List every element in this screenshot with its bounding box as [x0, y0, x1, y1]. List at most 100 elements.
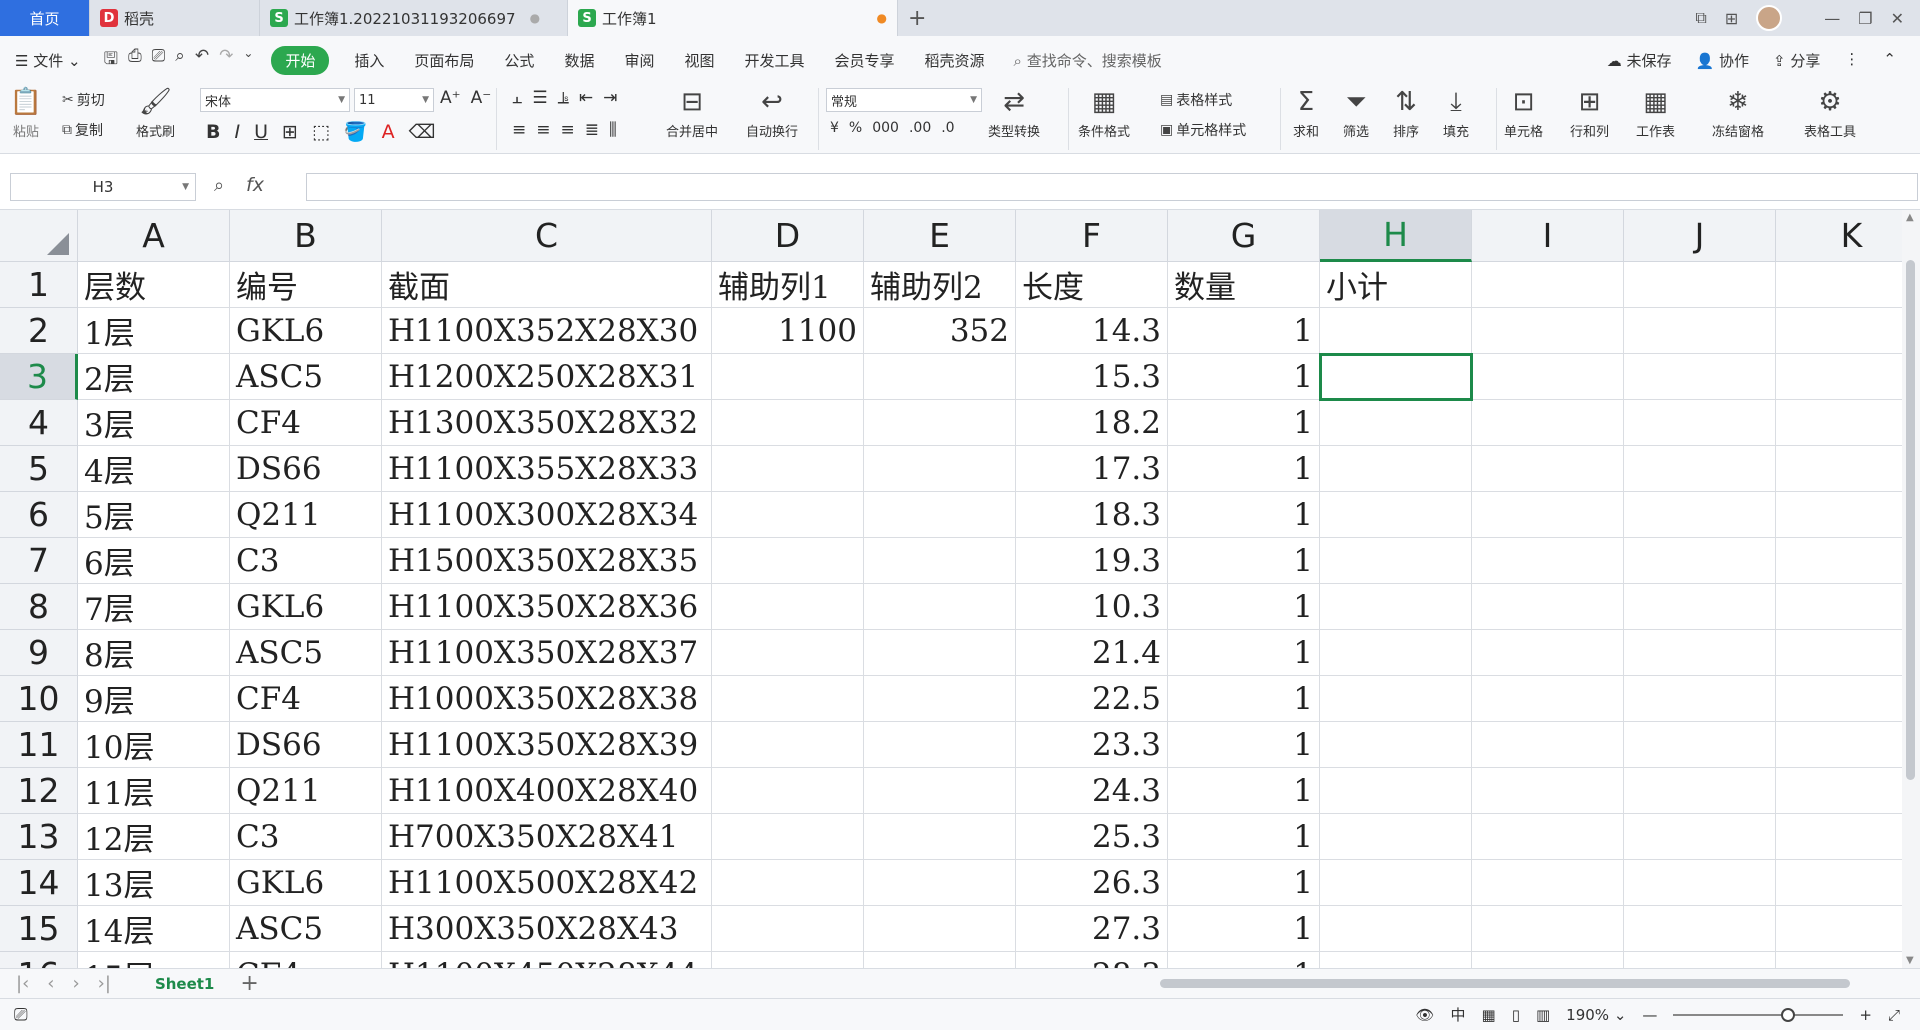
border-icon[interactable]: ⊞ — [282, 121, 298, 143]
thousands-icon[interactable]: 000 — [872, 120, 899, 136]
cell-a5[interactable]: 4层 — [78, 446, 230, 492]
cell-h14[interactable] — [1320, 860, 1472, 906]
normal-view-icon[interactable]: ▦ — [1482, 1006, 1496, 1024]
collab-button[interactable]: 👤 协作 — [1696, 50, 1749, 71]
cell-e7[interactable] — [864, 538, 1016, 584]
cell-j15[interactable] — [1624, 906, 1776, 952]
more-icon[interactable]: ⋮ — [1844, 50, 1859, 71]
row-header-10[interactable]: 10 — [0, 676, 78, 722]
cell-e5[interactable] — [864, 446, 1016, 492]
cell-k2[interactable] — [1776, 308, 1920, 354]
cell-b10[interactable]: CF4 — [230, 676, 382, 722]
cell-a11[interactable]: 10层 — [78, 722, 230, 768]
layout-switch-icon[interactable]: ⧉ — [1695, 8, 1706, 28]
new-tab-button[interactable]: + — [898, 0, 936, 36]
cell-k15[interactable] — [1776, 906, 1920, 952]
formula-input[interactable] — [306, 173, 1918, 201]
cell-i5[interactable] — [1472, 446, 1624, 492]
cell-g16[interactable]: 1 — [1168, 952, 1320, 968]
cell-k7[interactable] — [1776, 538, 1920, 584]
cell-c6[interactable]: H1100X300X28X34 — [382, 492, 712, 538]
export-pdf-icon[interactable]: ⎙ — [128, 46, 142, 75]
decrease-font-icon[interactable]: A⁻ — [471, 88, 492, 108]
cell-i16[interactable] — [1472, 952, 1624, 968]
row-col-button[interactable]: ⊞ 行和列 — [1570, 86, 1609, 140]
increase-font-icon[interactable]: A⁺ — [440, 88, 461, 108]
column-header-k[interactable]: K — [1776, 210, 1920, 262]
align-left-icon[interactable]: ≡ — [512, 120, 526, 140]
cell-f5[interactable]: 17.3 — [1016, 446, 1168, 492]
column-header-j[interactable]: J — [1624, 210, 1776, 262]
cell-h13[interactable] — [1320, 814, 1472, 860]
command-search[interactable]: ⌕ 查找命令、搜索模板 — [1014, 50, 1162, 71]
cell-a14[interactable]: 13层 — [78, 860, 230, 906]
cell-c13[interactable]: H700X350X28X41 — [382, 814, 712, 860]
cell-k3[interactable] — [1776, 354, 1920, 400]
cell-b6[interactable]: Q211 — [230, 492, 382, 538]
cell-a15[interactable]: 14层 — [78, 906, 230, 952]
avatar[interactable] — [1756, 5, 1783, 31]
cell-c8[interactable]: H1100X350X28X36 — [382, 584, 712, 630]
cell-f11[interactable]: 23.3 — [1016, 722, 1168, 768]
horizontal-scroll-thumb[interactable] — [1160, 979, 1850, 988]
save-icon[interactable]: 🖫 — [104, 46, 118, 75]
cell-k14[interactable] — [1776, 860, 1920, 906]
cell-d1[interactable]: 辅助列1 — [712, 262, 864, 308]
row-header-1[interactable]: 1 — [0, 262, 78, 308]
cell-k1[interactable] — [1776, 262, 1920, 308]
cell-h1[interactable]: 小计 — [1320, 262, 1472, 308]
cell-h4[interactable] — [1320, 400, 1472, 446]
cell-d16[interactable] — [712, 952, 864, 968]
cell-f6[interactable]: 18.3 — [1016, 492, 1168, 538]
cell-e12[interactable] — [864, 768, 1016, 814]
cell-g10[interactable]: 1 — [1168, 676, 1320, 722]
page-layout-view-icon[interactable]: ▯ — [1512, 1006, 1520, 1024]
row-header-8[interactable]: 8 — [0, 584, 78, 630]
type-convert-button[interactable]: ⇄ 类型转换 — [988, 86, 1040, 140]
cell-f15[interactable]: 27.3 — [1016, 906, 1168, 952]
cell-h2[interactable] — [1320, 308, 1472, 354]
cell-f1[interactable]: 长度 — [1016, 262, 1168, 308]
cell-d5[interactable] — [712, 446, 864, 492]
cell-b11[interactable]: DS66 — [230, 722, 382, 768]
cell-j9[interactable] — [1624, 630, 1776, 676]
cell-g12[interactable]: 1 — [1168, 768, 1320, 814]
decrease-decimal-icon[interactable]: .0 — [941, 120, 954, 136]
cell-c2[interactable]: H1100X352X28X30 — [382, 308, 712, 354]
apps-grid-icon[interactable]: ⊞ — [1725, 9, 1738, 28]
more-dropdown-icon[interactable]: ⌄ — [243, 46, 253, 75]
vertical-scrollbar[interactable]: ▲ ▼ — [1902, 210, 1920, 968]
scroll-down-icon[interactable]: ▼ — [1906, 955, 1914, 966]
justify-icon[interactable]: ≣ — [585, 120, 599, 140]
sort-button[interactable]: ⇅ 排序 — [1390, 86, 1422, 140]
cell-b3[interactable]: ASC5 — [230, 354, 382, 400]
align-right-icon[interactable]: ≡ — [561, 120, 575, 140]
row-header-13[interactable]: 13 — [0, 814, 78, 860]
spreadsheet-grid[interactable]: A B C D E F G H I J K 1 层数 编号 截面 辅助列1 辅助列2 长度 数量 小计 2 1层 GKL6 H… — [0, 210, 1920, 968]
menu-insert[interactable]: 插入 — [339, 50, 399, 71]
prev-sheet-icon[interactable]: ‹ — [47, 973, 54, 994]
cell-g6[interactable]: 1 — [1168, 492, 1320, 538]
menu-developer[interactable]: 开发工具 — [729, 50, 819, 71]
cell-style-button[interactable]: ▣ 单元格样式 — [1160, 120, 1246, 140]
cell-b9[interactable]: ASC5 — [230, 630, 382, 676]
cell-i12[interactable] — [1472, 768, 1624, 814]
cell-e4[interactable] — [864, 400, 1016, 446]
cell-k13[interactable] — [1776, 814, 1920, 860]
cell-h8[interactable] — [1320, 584, 1472, 630]
cell-j16[interactable] — [1624, 952, 1776, 968]
cell-c10[interactable]: H1000X350X28X38 — [382, 676, 712, 722]
cell-a8[interactable]: 7层 — [78, 584, 230, 630]
cell-c3[interactable]: H1200X250X28X31 — [382, 354, 712, 400]
menu-member[interactable]: 会员专享 — [820, 50, 910, 71]
cell-button[interactable]: ⊡ 单元格 — [1504, 86, 1543, 140]
row-header-7[interactable]: 7 — [0, 538, 78, 584]
cell-d10[interactable] — [712, 676, 864, 722]
zoom-in-icon[interactable]: + — [1859, 1006, 1872, 1024]
row-header-12[interactable]: 12 — [0, 768, 78, 814]
zoom-slider-knob[interactable] — [1781, 1007, 1796, 1022]
cell-e10[interactable] — [864, 676, 1016, 722]
cell-b13[interactable]: C3 — [230, 814, 382, 860]
menu-view[interactable]: 视图 — [669, 50, 729, 71]
cell-g14[interactable]: 1 — [1168, 860, 1320, 906]
